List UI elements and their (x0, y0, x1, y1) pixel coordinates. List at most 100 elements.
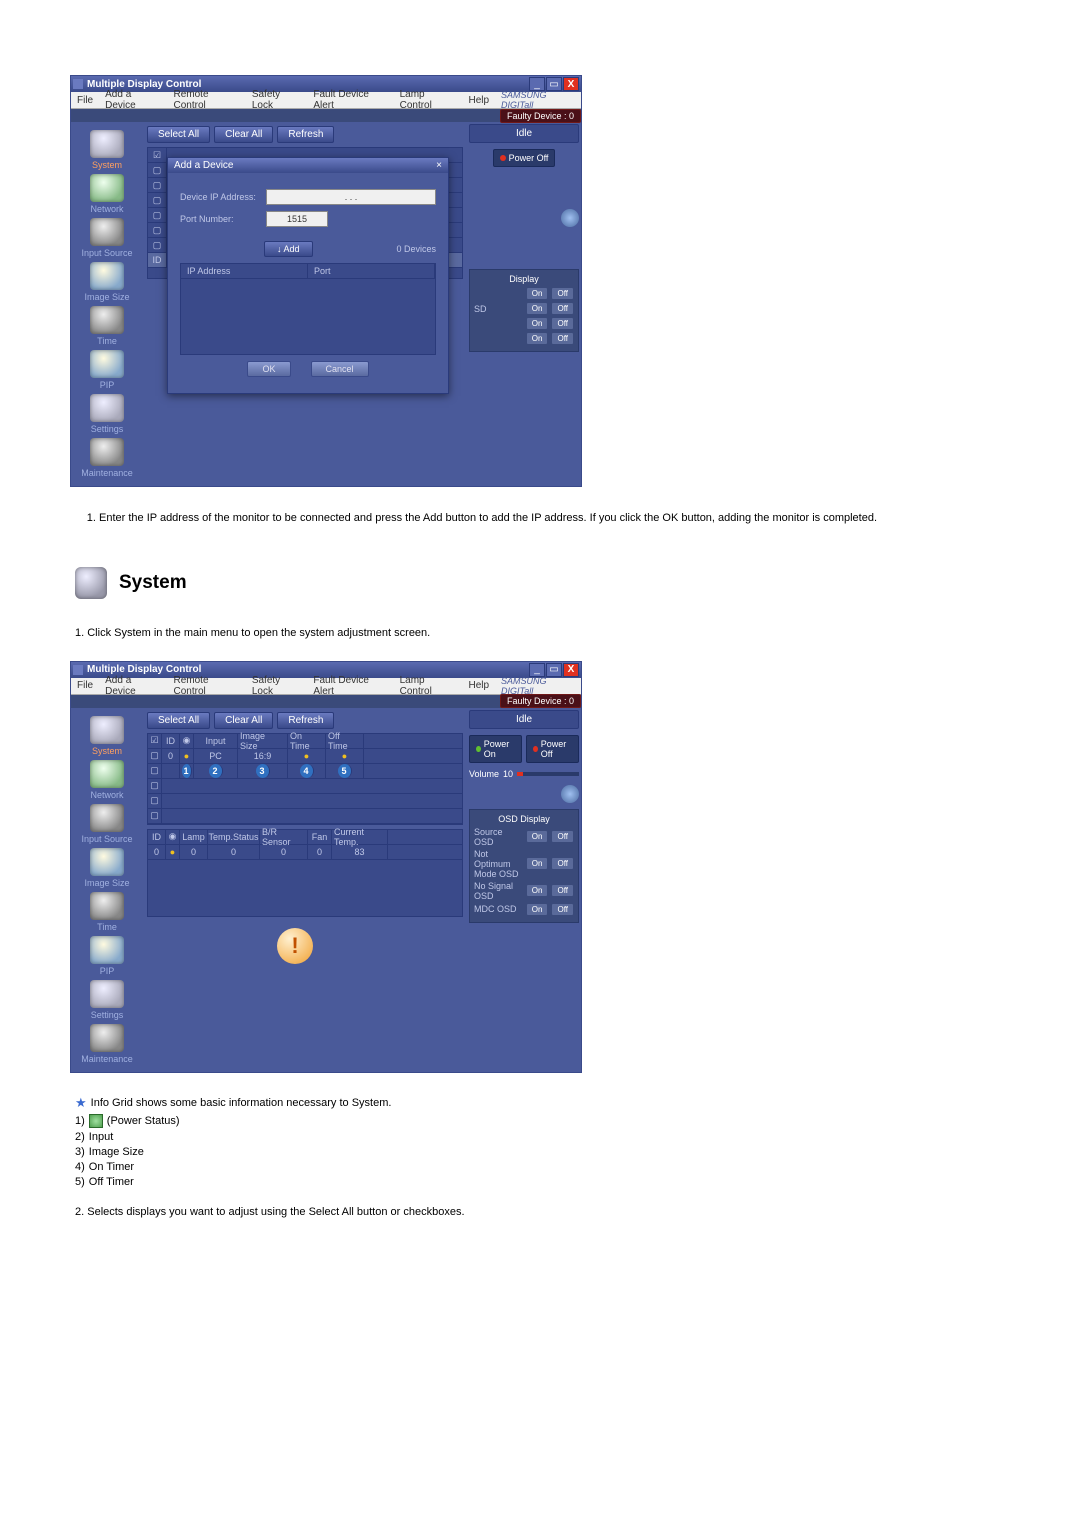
clear-all-button[interactable]: Clear All (214, 712, 273, 729)
table-row[interactable]: ▢ 0 ● PC 16:9 ● ● (148, 749, 462, 764)
sidebar-item-input[interactable]: Input Source (71, 804, 143, 844)
speaker-icon[interactable] (561, 785, 579, 803)
on-pill[interactable]: On (526, 317, 549, 330)
row-checkbox[interactable]: ▢ (148, 223, 167, 237)
select-all-button[interactable]: Select All (147, 126, 210, 143)
sidebar-item-network[interactable]: Network (71, 174, 143, 214)
select-all-button[interactable]: Select All (147, 712, 210, 729)
header-checkbox[interactable]: ☑ (148, 148, 167, 162)
port-input[interactable]: 1515 (266, 211, 328, 227)
sidebar-item-input[interactable]: Input Source (71, 218, 143, 258)
off-pill[interactable]: Off (551, 857, 574, 870)
settings-icon (90, 394, 124, 422)
menu-safety-lock[interactable]: Safety Lock (246, 675, 308, 697)
sidebar-item-image-size[interactable]: Image Size (71, 848, 143, 888)
system-icon (90, 130, 124, 158)
on-pill[interactable]: On (526, 287, 549, 300)
menu-help[interactable]: Help (462, 680, 495, 691)
system-section-icon (75, 567, 107, 599)
refresh-button[interactable]: Refresh (277, 712, 334, 729)
ip-label: Device IP Address: (180, 192, 258, 202)
volume-slider[interactable] (517, 772, 579, 776)
sidebar-item-maintenance[interactable]: Maintenance (71, 1024, 143, 1064)
mdc-window-2: Multiple Display Control _ ▭ X File Add … (70, 661, 582, 1073)
sidebar-item-settings[interactable]: Settings (71, 394, 143, 434)
cancel-button[interactable]: Cancel (311, 361, 369, 377)
sidebar-item-system[interactable]: System (71, 716, 143, 756)
menu-lamp-control[interactable]: Lamp Control (394, 89, 463, 111)
row-checkbox[interactable]: ▢ (148, 238, 167, 252)
row-checkbox[interactable]: ▢ (148, 779, 162, 793)
clear-all-button[interactable]: Clear All (214, 126, 273, 143)
row-checkbox[interactable]: ▢ (148, 163, 167, 177)
close-button[interactable]: X (563, 663, 579, 677)
menu-fault-device-alert[interactable]: Fault Device Alert (307, 89, 393, 111)
table-row[interactable]: 0 ● 0 0 0 0 83 (148, 845, 462, 860)
volume-row: Volume 10 (469, 769, 579, 779)
power-off-button[interactable]: Power Off (526, 735, 579, 763)
network-icon (90, 760, 124, 788)
ip-input[interactable]: . . . (266, 189, 436, 205)
row-checkbox[interactable]: ▢ (148, 809, 162, 823)
row-checkbox[interactable]: ▢ (148, 749, 162, 763)
osd-block: Display OnOff SDOnOff OnOff OnOff (469, 269, 579, 352)
add-button[interactable]: ↓ Add (264, 241, 313, 257)
maintenance-icon (90, 1024, 124, 1052)
off-pill[interactable]: Off (551, 830, 574, 843)
row-checkbox[interactable]: ▢ (148, 178, 167, 192)
on-pill[interactable]: On (526, 830, 549, 843)
off-pill[interactable]: Off (551, 332, 574, 345)
sidebar-item-time[interactable]: Time (71, 306, 143, 346)
sidebar-item-pip[interactable]: PIP (71, 350, 143, 390)
on-pill[interactable]: On (526, 857, 549, 870)
sidebar-item-network[interactable]: Network (71, 760, 143, 800)
menu-remote-control[interactable]: Remote Control (167, 89, 245, 111)
speaker-icon[interactable] (561, 209, 579, 227)
close-button[interactable]: X (563, 77, 579, 91)
minimize-button[interactable]: _ (529, 663, 545, 677)
row-checkbox[interactable]: ▢ (148, 764, 162, 778)
menu-add-device[interactable]: Add a Device (99, 675, 167, 697)
id-header: ID (148, 253, 167, 267)
sidebar-item-pip[interactable]: PIP (71, 936, 143, 976)
right-panel: Idle Power On Power Off Volume 10 OSD Di… (467, 708, 581, 1072)
dialog-close-icon[interactable]: × (436, 160, 442, 171)
callout-4: 4 (300, 764, 314, 778)
menu-lamp-control[interactable]: Lamp Control (394, 675, 463, 697)
on-pill[interactable]: On (526, 302, 549, 315)
header-checkbox[interactable]: ☑ (148, 734, 162, 748)
sidebar-item-system[interactable]: System (71, 130, 143, 170)
off-pill[interactable]: Off (551, 302, 574, 315)
menu-help[interactable]: Help (462, 95, 495, 106)
maximize-button[interactable]: ▭ (546, 77, 562, 91)
dialog-titlebar[interactable]: Add a Device × (168, 158, 448, 173)
sidebar-item-settings[interactable]: Settings (71, 980, 143, 1020)
row-checkbox[interactable]: ▢ (148, 208, 167, 222)
sidebar-item-time[interactable]: Time (71, 892, 143, 932)
on-pill[interactable]: On (526, 903, 549, 916)
menu-remote-control[interactable]: Remote Control (167, 675, 245, 697)
menu-add-device[interactable]: Add a Device (99, 89, 167, 111)
minimize-button[interactable]: _ (529, 77, 545, 91)
ok-button[interactable]: OK (247, 361, 290, 377)
on-pill[interactable]: On (526, 332, 549, 345)
menu-fault-device-alert[interactable]: Fault Device Alert (307, 675, 393, 697)
off-pill[interactable]: Off (551, 317, 574, 330)
power-off-button[interactable]: Power Off (493, 149, 556, 167)
row-checkbox[interactable]: ▢ (148, 794, 162, 808)
off-pill[interactable]: Off (551, 884, 574, 897)
input-source-icon (90, 218, 124, 246)
row-checkbox[interactable]: ▢ (148, 193, 167, 207)
maximize-button[interactable]: ▭ (546, 663, 562, 677)
on-pill[interactable]: On (526, 884, 549, 897)
menu-file[interactable]: File (71, 95, 99, 106)
sidebar-item-image-size[interactable]: Image Size (71, 262, 143, 302)
menu-file[interactable]: File (71, 680, 99, 691)
power-on-button[interactable]: Power On (469, 735, 522, 763)
menu-safety-lock[interactable]: Safety Lock (246, 89, 308, 111)
off-pill[interactable]: Off (551, 287, 574, 300)
refresh-button[interactable]: Refresh (277, 126, 334, 143)
off-pill[interactable]: Off (551, 903, 574, 916)
sidebar-item-maintenance[interactable]: Maintenance (71, 438, 143, 478)
callout-2: 2 (209, 764, 223, 778)
